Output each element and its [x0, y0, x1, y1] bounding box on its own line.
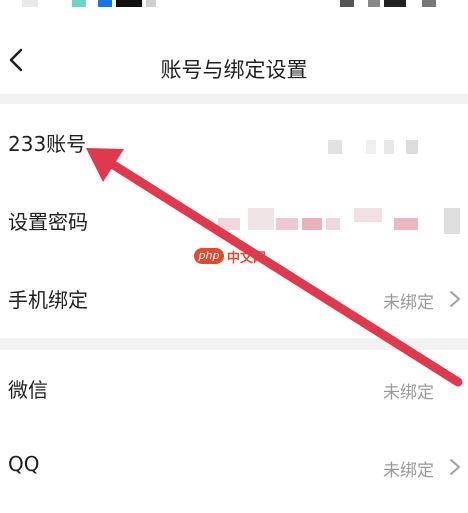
- chevron-right-icon: [450, 291, 460, 307]
- chevron-right-icon: [450, 459, 460, 475]
- header: 账号与绑定设置: [0, 10, 468, 94]
- redacted-account-id: [326, 140, 422, 155]
- row-233-account[interactable]: 233账号: [0, 104, 468, 182]
- row-label: 设置密码: [8, 210, 88, 234]
- row-label: 233账号: [8, 132, 87, 156]
- row-qq[interactable]: QQ 未绑定: [0, 428, 468, 506]
- watermark-logo: php: [194, 248, 224, 264]
- row-phone-binding[interactable]: 手机绑定 未绑定: [0, 260, 468, 338]
- row-label: 微信: [8, 378, 48, 402]
- redacted-password-status: [218, 208, 462, 234]
- watermark-text: 中文网: [227, 251, 267, 266]
- watermark-badge-text: php: [198, 249, 220, 262]
- section-divider: [0, 94, 468, 104]
- status-bar: [0, 0, 468, 10]
- row-label: QQ: [8, 452, 40, 476]
- row-wechat[interactable]: 微信 未绑定: [0, 350, 468, 428]
- binding-status: 未绑定: [383, 293, 434, 313]
- page-title: 账号与绑定设置: [160, 58, 308, 82]
- binding-status: 未绑定: [383, 461, 434, 481]
- section-divider: [0, 338, 468, 350]
- binding-status: 未绑定: [383, 383, 434, 403]
- row-label: 手机绑定: [8, 288, 88, 312]
